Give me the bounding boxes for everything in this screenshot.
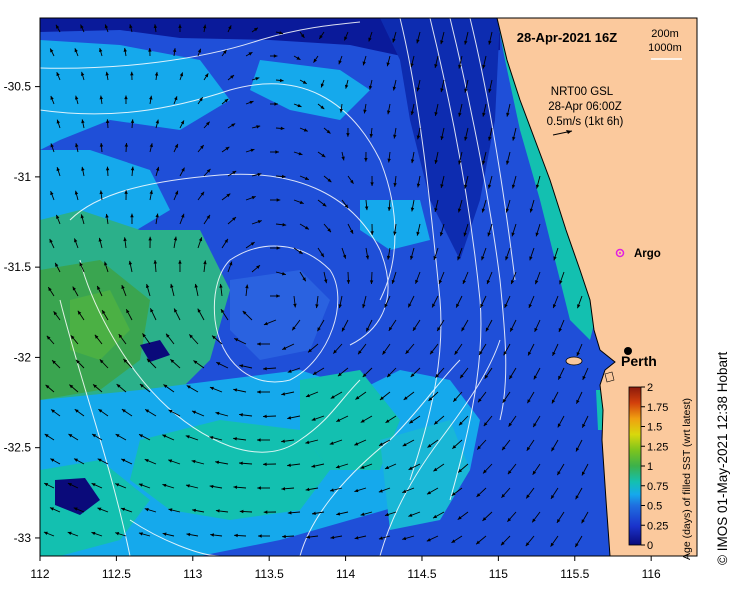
x-tick-label: 114.5 [407,567,436,581]
y-tick-label: -32 [14,350,32,364]
y-tick-label: -31.5 [4,260,32,274]
garden-island [604,371,615,383]
x-tick-label: 113.5 [255,567,284,581]
x-tick-label: 113 [183,567,202,581]
scale-label-200m: 200m [651,28,679,40]
colorbar-tick-label: 1.5 [647,422,662,434]
y-axis: -30.5 -31 -31.5 -32 -32.5 -33 [4,80,40,545]
x-tick-label: 116 [642,567,661,581]
current-time-label: 28-Apr 06:00Z [548,101,622,113]
colorbar-tick-label: 1.75 [647,402,668,414]
colorbar-tick-label: 0.75 [647,481,668,493]
map-area [40,18,697,556]
x-axis: 112 112.5 113 113.5 114 114.5 115 115.5 116 [30,556,661,581]
y-tick-label: -33 [14,531,32,545]
colorbar-tick-label: 0 [647,540,653,552]
x-tick-label: 115 [489,567,508,581]
x-tick-label: 115.5 [560,567,589,581]
argo-label: Argo [634,248,661,260]
colorbar-tick-label: 0.5 [647,501,662,513]
scale-label-1000m: 1000m [648,42,682,54]
colorbar-label: Age (days) of filled SST (wrt latest) [681,398,693,560]
map-figure: 112 112.5 113 113.5 114 114.5 115 115.5 116 -30.… [4,17,730,581]
current-source-label: NRT00 GSL [551,86,614,98]
colorbar-tick-label: 2 [647,382,653,394]
colorbar-tick-label: 1.25 [647,441,668,453]
map-title: 28-Apr-2021 16Z [517,30,617,45]
x-tick-label: 112.5 [102,567,131,581]
current-scale-label: 0.5m/s (1kt 6h) [547,116,624,128]
y-tick-label: -32.5 [4,441,32,455]
y-tick-label: -31 [14,170,32,184]
credit-text: © IMOS 01-May-2021 12:38 Hobart [715,351,730,565]
rottnest-island [565,356,583,366]
colorbar-tick-label: 0.25 [647,520,668,532]
x-tick-label: 112 [30,567,49,581]
colorbar-gradient [628,386,642,546]
x-tick-label: 114 [336,567,355,581]
y-tick-label: -30.5 [4,80,32,94]
perth-label: Perth [621,353,657,369]
colorbar-tick-label: 1 [647,461,653,473]
